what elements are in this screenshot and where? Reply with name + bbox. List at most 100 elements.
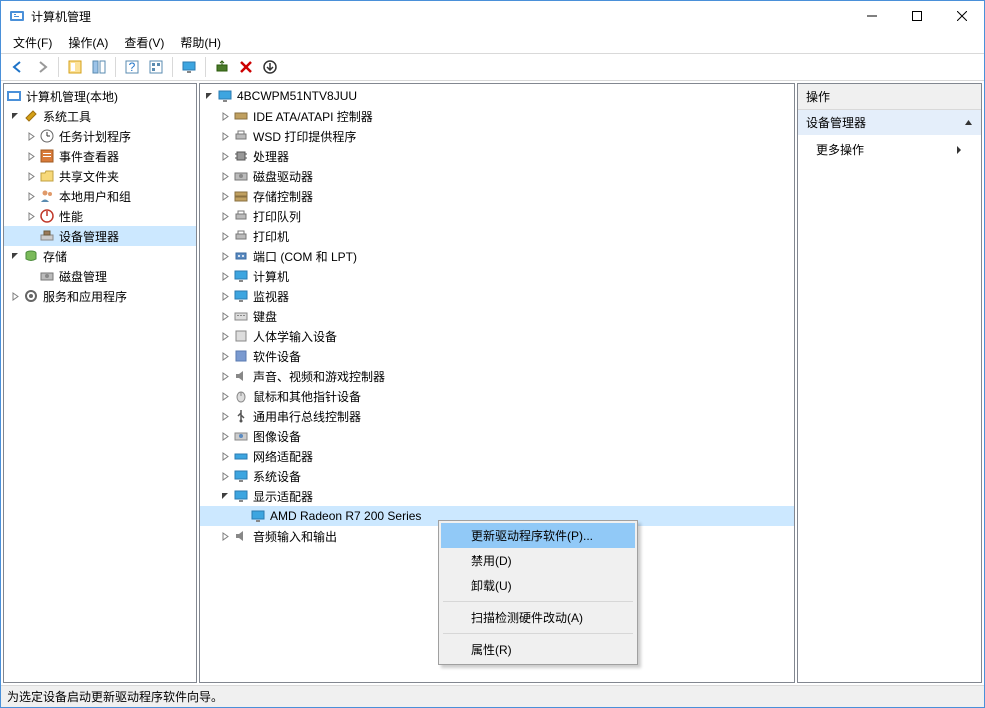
monitor-icon-button[interactable]	[178, 56, 200, 78]
expand-icon[interactable]	[218, 269, 233, 284]
device-root[interactable]: 4BCWPM51NTV8JUU	[200, 86, 794, 106]
expand-icon[interactable]	[218, 169, 233, 184]
expand-icon[interactable]	[24, 129, 39, 144]
tree-device-manager[interactable]: 设备管理器	[4, 226, 196, 246]
collapse-section-icon[interactable]	[964, 118, 973, 127]
device-monitors[interactable]: 监视器	[200, 286, 794, 306]
minimize-button[interactable]	[849, 1, 894, 31]
back-button[interactable]	[7, 56, 29, 78]
expand-icon[interactable]	[218, 429, 233, 444]
device-hid[interactable]: 人体学输入设备	[200, 326, 794, 346]
device-usb[interactable]: 通用串行总线控制器	[200, 406, 794, 426]
expand-icon[interactable]	[24, 149, 39, 164]
update-driver-button[interactable]	[259, 56, 281, 78]
device-disk-drives[interactable]: 磁盘驱动器	[200, 166, 794, 186]
device-imaging[interactable]: 图像设备	[200, 426, 794, 446]
tree-storage[interactable]: 存储	[4, 246, 196, 266]
device-system[interactable]: 系统设备	[200, 466, 794, 486]
expand-icon[interactable]	[218, 449, 233, 464]
collapse-icon[interactable]	[8, 109, 23, 124]
tree-task-scheduler[interactable]: 任务计划程序	[4, 126, 196, 146]
device-network[interactable]: 网络适配器	[200, 446, 794, 466]
expand-icon[interactable]	[218, 149, 233, 164]
device-computer[interactable]: 计算机	[200, 266, 794, 286]
device-printers[interactable]: 打印机	[200, 226, 794, 246]
menu-help[interactable]: 帮助(H)	[172, 32, 229, 53]
task-scheduler-icon	[39, 128, 55, 144]
ctx-uninstall[interactable]: 卸载(U)	[441, 573, 635, 598]
device-ide[interactable]: IDE ATA/ATAPI 控制器	[200, 106, 794, 126]
tree-shared-folders[interactable]: 共享文件夹	[4, 166, 196, 186]
uninstall-button[interactable]	[235, 56, 257, 78]
device-sound[interactable]: 声音、视频和游戏控制器	[200, 366, 794, 386]
shared-folders-icon	[39, 168, 55, 184]
speaker-icon	[233, 368, 249, 384]
toolbar: ?	[1, 53, 984, 81]
help-button[interactable]: ?	[121, 56, 143, 78]
expand-icon[interactable]	[218, 389, 233, 404]
menu-view[interactable]: 查看(V)	[116, 32, 172, 53]
mouse-icon	[233, 388, 249, 404]
device-display[interactable]: 显示适配器	[200, 486, 794, 506]
device-storage-ctl[interactable]: 存储控制器	[200, 186, 794, 206]
view-toolbar-button[interactable]	[145, 56, 167, 78]
expand-icon[interactable]	[218, 109, 233, 124]
maximize-button[interactable]	[894, 1, 939, 31]
ctx-disable[interactable]: 禁用(D)	[441, 548, 635, 573]
expand-icon[interactable]	[218, 349, 233, 364]
expand-icon[interactable]	[218, 529, 233, 544]
device-tree[interactable]: 4BCWPM51NTV8JUU IDE ATA/ATAPI 控制器 WSD 打印…	[200, 84, 794, 548]
properties-toolbar-button[interactable]	[88, 56, 110, 78]
tree-event-viewer[interactable]: 事件查看器	[4, 146, 196, 166]
speaker-icon	[233, 528, 249, 544]
menu-file[interactable]: 文件(F)	[5, 32, 60, 53]
device-mice[interactable]: 鼠标和其他指针设备	[200, 386, 794, 406]
expand-icon[interactable]	[8, 289, 23, 304]
collapse-icon[interactable]	[202, 89, 217, 104]
ctx-scan-hardware[interactable]: 扫描检测硬件改动(A)	[441, 605, 635, 630]
ide-icon	[233, 108, 249, 124]
forward-button[interactable]	[31, 56, 53, 78]
ctx-properties[interactable]: 属性(R)	[441, 637, 635, 662]
console-tree[interactable]: 计算机管理(本地) 系统工具 任务计划程序 事件查看器	[4, 84, 196, 308]
device-software[interactable]: 软件设备	[200, 346, 794, 366]
monitor-icon	[233, 288, 249, 304]
expand-icon[interactable]	[218, 469, 233, 484]
expand-icon[interactable]	[218, 129, 233, 144]
collapse-icon[interactable]	[218, 489, 233, 504]
tree-system-tools[interactable]: 系统工具	[4, 106, 196, 126]
ctx-update-driver[interactable]: 更新驱动程序软件(P)...	[441, 523, 635, 548]
expand-icon[interactable]	[218, 289, 233, 304]
tree-disk-management[interactable]: 磁盘管理	[4, 266, 196, 286]
device-keyboards[interactable]: 键盘	[200, 306, 794, 326]
actions-section[interactable]: 设备管理器	[798, 110, 981, 135]
expand-icon[interactable]	[24, 169, 39, 184]
device-print-queues[interactable]: 打印队列	[200, 206, 794, 226]
device-ports[interactable]: 端口 (COM 和 LPT)	[200, 246, 794, 266]
actions-more[interactable]: 更多操作	[798, 135, 981, 164]
tree-root[interactable]: 计算机管理(本地)	[4, 86, 196, 106]
scan-hardware-button[interactable]	[211, 56, 233, 78]
expand-icon[interactable]	[218, 229, 233, 244]
device-wsd[interactable]: WSD 打印提供程序	[200, 126, 794, 146]
tree-performance[interactable]: 性能	[4, 206, 196, 226]
services-icon	[23, 288, 39, 304]
show-hide-tree-button[interactable]	[64, 56, 86, 78]
collapse-icon[interactable]	[8, 249, 23, 264]
close-button[interactable]	[939, 1, 984, 31]
menu-action[interactable]: 操作(A)	[60, 32, 116, 53]
expand-icon[interactable]	[218, 329, 233, 344]
expand-icon[interactable]	[218, 189, 233, 204]
expand-icon[interactable]	[24, 189, 39, 204]
device-cpu[interactable]: 处理器	[200, 146, 794, 166]
expand-icon[interactable]	[218, 369, 233, 384]
performance-icon	[39, 208, 55, 224]
expand-icon[interactable]	[24, 209, 39, 224]
expand-icon[interactable]	[218, 409, 233, 424]
expand-icon[interactable]	[218, 249, 233, 264]
expand-icon[interactable]	[218, 209, 233, 224]
disk-icon	[233, 168, 249, 184]
tree-local-users[interactable]: 本地用户和组	[4, 186, 196, 206]
expand-icon[interactable]	[218, 309, 233, 324]
tree-services[interactable]: 服务和应用程序	[4, 286, 196, 306]
